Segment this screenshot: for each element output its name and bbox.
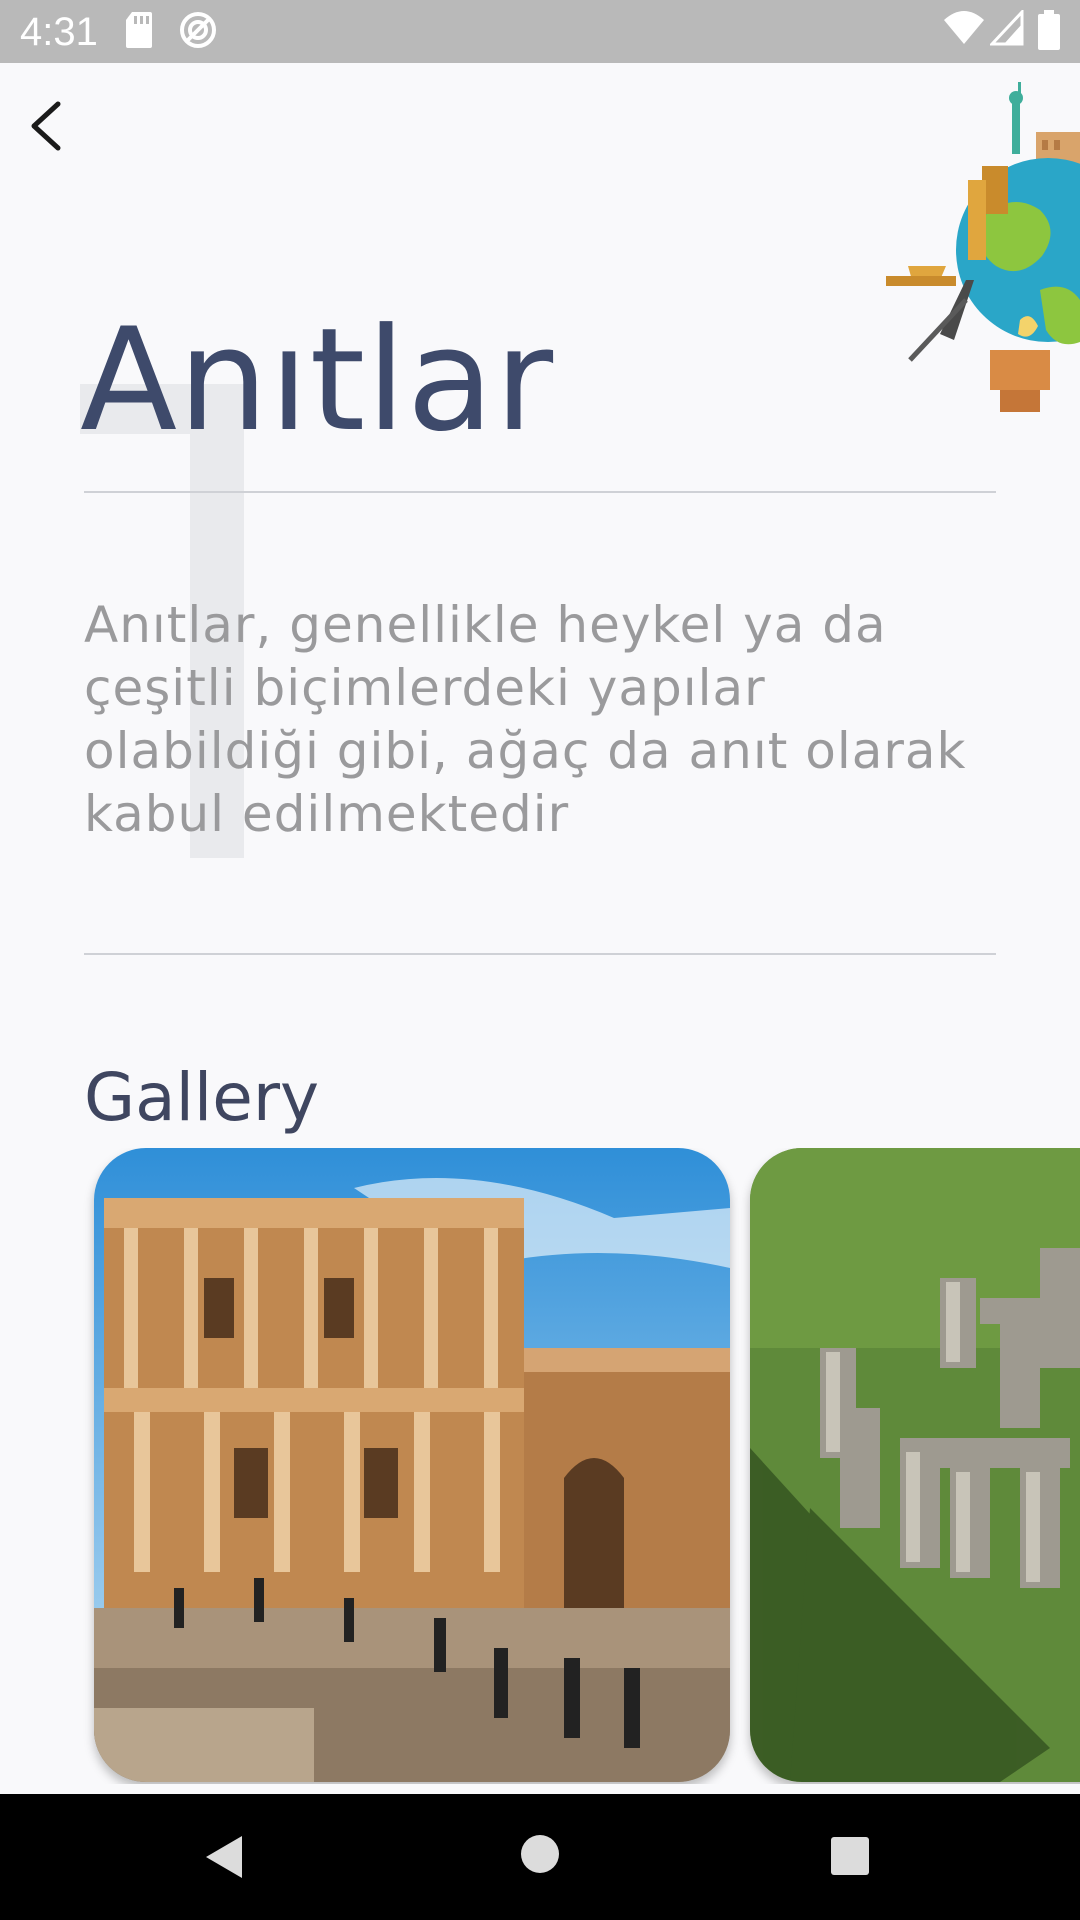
divider bbox=[84, 953, 996, 955]
gallery-heading: Gallery bbox=[84, 1059, 320, 1136]
sd-card-icon bbox=[126, 12, 152, 48]
gallery-carousel[interactable] bbox=[0, 1148, 1080, 1784]
page-title: Anıtlar bbox=[80, 298, 555, 463]
signal-icon bbox=[990, 10, 1024, 46]
gallery-item-stonehenge[interactable] bbox=[750, 1148, 1080, 1782]
ancient-library-ruins-photo bbox=[94, 1148, 730, 1782]
status-bar: 4:31 bbox=[0, 0, 1080, 63]
sync-off-icon bbox=[180, 12, 216, 48]
circle-home-icon[interactable] bbox=[520, 1834, 560, 1874]
stonehenge-photo bbox=[750, 1148, 1080, 1782]
status-time: 4:31 bbox=[20, 10, 98, 54]
globe-landmarks-illustration bbox=[886, 82, 1080, 412]
back-button[interactable] bbox=[18, 92, 78, 160]
battery-icon bbox=[1038, 10, 1060, 50]
chevron-left-icon bbox=[31, 101, 61, 151]
gallery-item-ruins[interactable] bbox=[94, 1148, 730, 1782]
page-description: Anıtlar, genellikle heykel ya da çeşitli… bbox=[84, 596, 967, 843]
wifi-icon bbox=[944, 11, 984, 44]
triangle-back-icon[interactable] bbox=[204, 1834, 244, 1880]
divider bbox=[84, 491, 996, 493]
navigation-bar bbox=[0, 1794, 1080, 1920]
square-recents-icon[interactable] bbox=[830, 1836, 870, 1876]
